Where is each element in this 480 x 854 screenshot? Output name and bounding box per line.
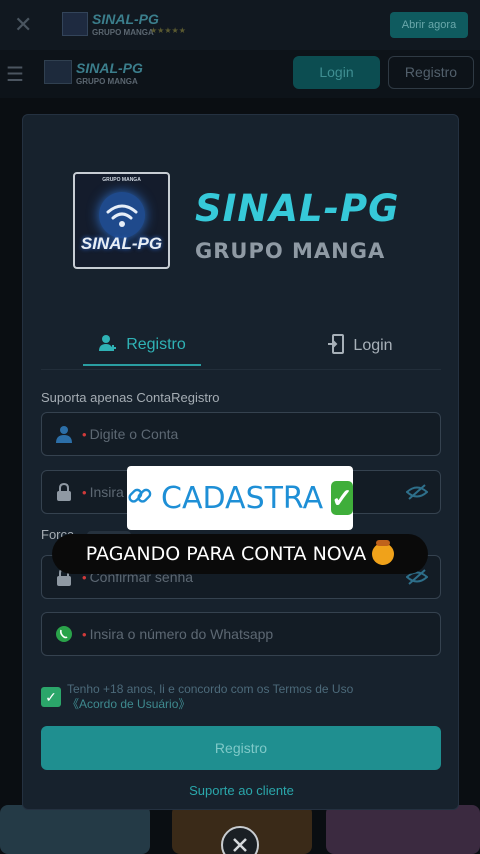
- whatsapp-field[interactable]: • Insira o número do Whatsapp: [41, 612, 441, 656]
- register-submit-button[interactable]: Registro: [41, 726, 441, 770]
- user-plus-icon: [98, 333, 118, 358]
- nav-subtitle: GRUPO MANGA: [76, 77, 138, 86]
- app-title: SINAL-PG: [92, 11, 159, 27]
- caption-text: PAGANDO PARA CONTA NOVA: [85, 543, 367, 565]
- required-mark: •: [82, 626, 87, 642]
- account-placeholder: Digite o Conta: [89, 426, 179, 442]
- required-mark: •: [82, 484, 87, 500]
- rating-stars-icon: ★★★★★: [150, 26, 186, 35]
- check-mark-icon: ✓: [331, 481, 353, 515]
- caption-sticker: PAGANDO PARA CONTA NOVA: [52, 534, 428, 574]
- nav-register-button[interactable]: Registro: [388, 56, 474, 89]
- game-thumbnail: [326, 805, 480, 854]
- tab-register-label: Registro: [126, 336, 186, 353]
- link-icon: [127, 483, 153, 514]
- login-door-icon: [327, 333, 345, 359]
- menu-icon[interactable]: ☰: [6, 62, 24, 87]
- app-logo: [62, 12, 88, 36]
- eye-off-icon[interactable]: [405, 483, 429, 506]
- tab-login[interactable]: Login: [305, 326, 415, 366]
- cadastra-text: CADASTRA: [161, 480, 324, 516]
- cadastra-sticker: CADASTRA ✓: [127, 466, 353, 530]
- wifi-icon: [99, 192, 145, 238]
- customer-support-link[interactable]: Suporte ao cliente: [23, 783, 460, 798]
- nav-title: SINAL-PG: [76, 60, 143, 76]
- nav-login-button[interactable]: Login: [293, 56, 380, 89]
- tab-divider: [41, 369, 441, 370]
- lock-icon: [54, 482, 74, 502]
- register-modal: GRUPO MANGA SINAL-PG SINAL-PG GRUPO MANG…: [22, 114, 459, 810]
- logo-tag: GRUPO MANGA: [102, 177, 141, 183]
- open-app-button[interactable]: Abrir agora: [390, 12, 468, 38]
- terms-checkbox[interactable]: ✓: [41, 687, 61, 707]
- logo-brand: SINAL-PG: [80, 234, 163, 253]
- section-label: Suporta apenas ContaRegistro: [41, 390, 220, 405]
- modal-subtitle: GRUPO MANGA: [195, 239, 386, 263]
- required-mark: •: [82, 426, 87, 442]
- terms-label: Tenho +18 anos, li e concordo com os Ter…: [67, 682, 354, 696]
- close-icon[interactable]: ✕: [14, 12, 32, 38]
- modal-title: SINAL-PG: [195, 187, 400, 230]
- app-subtitle: GRUPO MANGA: [92, 28, 154, 37]
- brand-logo: GRUPO MANGA SINAL-PG: [73, 172, 170, 269]
- tab-login-label: Login: [353, 337, 393, 354]
- honey-pot-icon: [372, 540, 395, 565]
- nav-logo: [44, 60, 72, 84]
- terms-text: Tenho +18 anos, li e concordo com os Ter…: [67, 682, 427, 712]
- account-field[interactable]: • Digite o Conta: [41, 412, 441, 456]
- whatsapp-placeholder: Insira o número do Whatsapp: [89, 626, 274, 642]
- whatsapp-icon: [54, 624, 74, 644]
- game-thumbnail: [0, 805, 150, 854]
- terms-link[interactable]: 《Acordo de Usuário》: [67, 697, 190, 711]
- user-icon: [54, 424, 74, 444]
- tab-register[interactable]: Registro: [83, 326, 201, 366]
